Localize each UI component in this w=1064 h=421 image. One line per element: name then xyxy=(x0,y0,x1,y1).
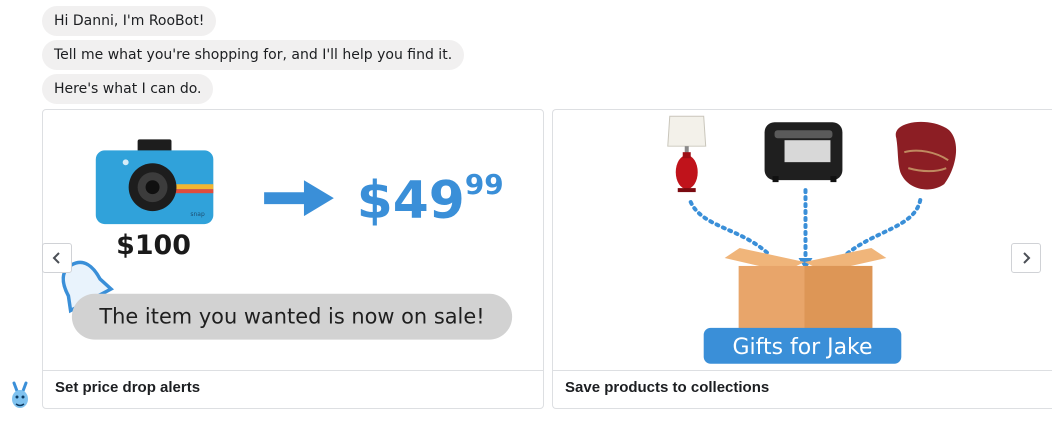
chat-message: Hi Danni, I'm RooBot! xyxy=(42,6,217,36)
collection-label: Gifts for Jake xyxy=(733,335,873,360)
old-price: $100 xyxy=(116,230,191,261)
collections-illustration: Gifts for Jake xyxy=(667,115,957,364)
chevron-right-icon xyxy=(1023,252,1031,264)
roobot-avatar-icon xyxy=(12,381,28,408)
carousel-next-button[interactable] xyxy=(1011,243,1041,273)
camera-icon: snap xyxy=(95,139,214,225)
arrow-right-icon xyxy=(264,180,334,217)
carousel-card-price-alerts[interactable]: snap $100 $4999 The item you wanted is n… xyxy=(42,109,544,409)
dotted-arrows xyxy=(688,188,923,260)
lamp-icon xyxy=(667,115,707,193)
glove-icon xyxy=(895,121,957,190)
new-price: $4999 xyxy=(357,168,504,231)
camera-brand-label: snap xyxy=(190,211,205,218)
carousel-prev-button[interactable] xyxy=(42,243,72,273)
alert-message: The item you wanted is now on sale! xyxy=(98,305,484,329)
price-drop-illustration: snap $100 $4999 The item you wanted is n… xyxy=(61,139,513,340)
carousel-card-collections[interactable]: Gifts for Jake Save products to collecti… xyxy=(552,109,1052,409)
chat-message: Tell me what you're shopping for, and I'… xyxy=(42,40,465,70)
chevron-left-icon xyxy=(52,252,60,264)
toaster-icon xyxy=(764,122,843,183)
card-title: Save products to collections xyxy=(553,370,1052,408)
chat-message: Here's what I can do. xyxy=(42,74,214,104)
card-title: Set price drop alerts xyxy=(43,370,543,408)
